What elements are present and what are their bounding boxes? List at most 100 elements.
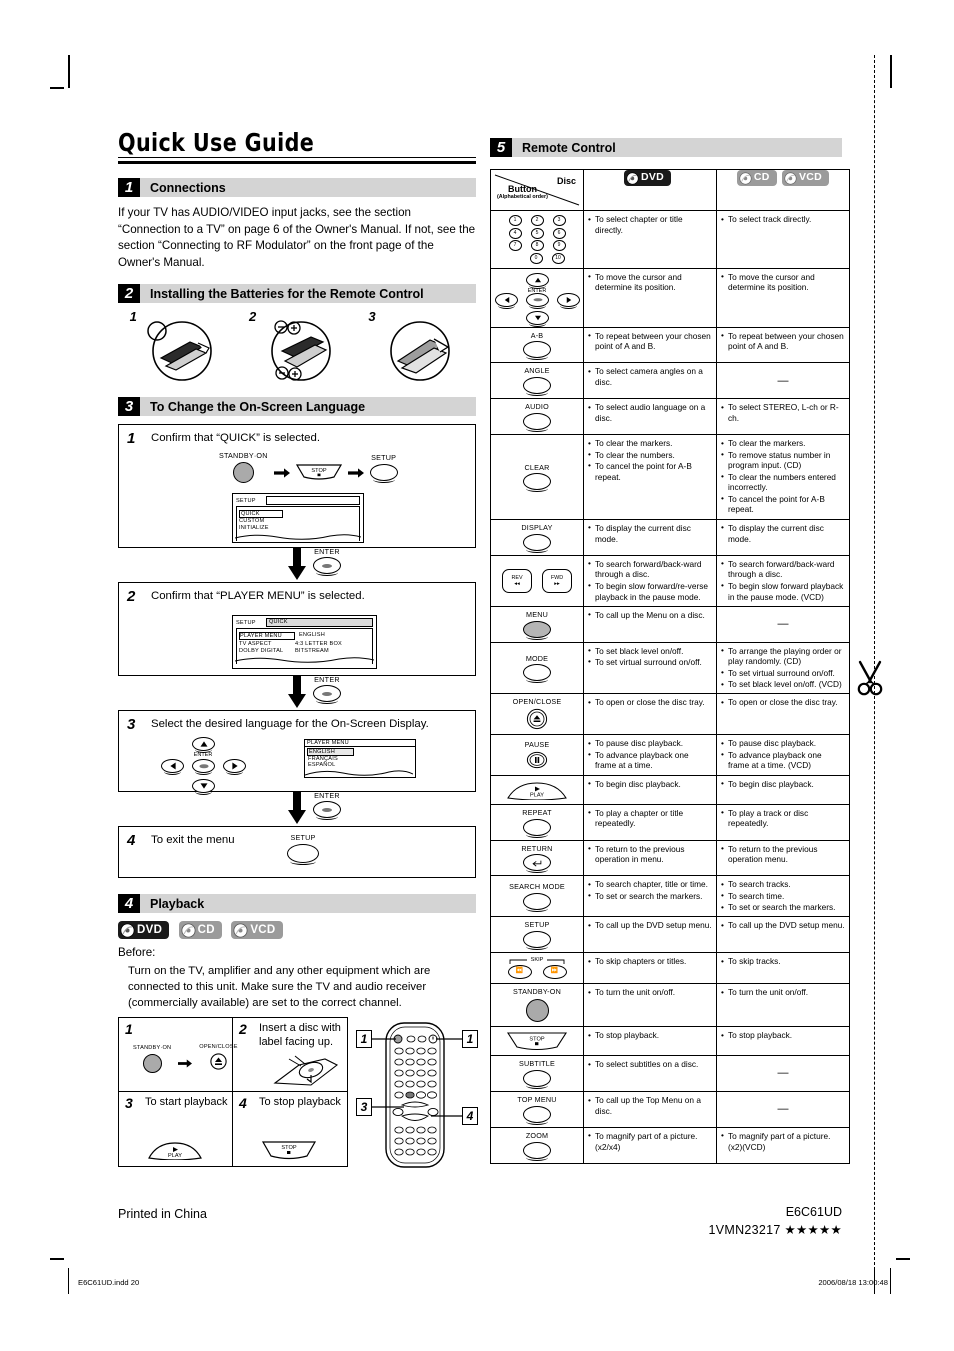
down-arrow-icon bbox=[288, 676, 306, 709]
description-item: To set or search the markers. bbox=[588, 890, 712, 902]
osd-row-selected: QUICK bbox=[239, 510, 283, 519]
menu-button-icon bbox=[523, 620, 551, 640]
description-item: To stop playback. bbox=[721, 1030, 845, 1041]
open-close-button-icon bbox=[210, 1053, 227, 1070]
osd-row-selected: ENGLISH bbox=[307, 748, 354, 757]
dvd-description-cell: To select camera angles on a disc. bbox=[583, 362, 717, 400]
description-list: To skip tracks. bbox=[721, 956, 845, 967]
cell-text: To stop playback bbox=[259, 1095, 341, 1108]
part-number: 1VMN23217 ★★★★★ bbox=[708, 1223, 842, 1237]
play-button-icon: PLAY bbox=[148, 1142, 202, 1160]
cd-vcd-description-cell: To search forward/back-ward through a di… bbox=[716, 554, 850, 607]
step-number: 4 bbox=[127, 832, 136, 850]
description-item: To return to the previous operation in m… bbox=[588, 843, 712, 866]
enter-label: ENTER bbox=[314, 791, 340, 801]
button-label: SUBTITLE bbox=[519, 1059, 555, 1069]
description-item: To call up the Menu on a disc. bbox=[588, 609, 712, 621]
indesign-timestamp: 2006/08/18 13:00:48 bbox=[818, 1278, 888, 1287]
osd-row-value: ENGLISH bbox=[299, 632, 325, 639]
description-item: To select subtitles on a disc. bbox=[588, 1059, 712, 1070]
section-number-3: 3 bbox=[118, 397, 140, 417]
button-cell-top-menu: TOP MENU bbox=[490, 1091, 584, 1128]
standby-on-label: STANDBY·ON bbox=[133, 1045, 172, 1052]
description-item: To move the cursor and determine its pos… bbox=[588, 271, 712, 294]
osd-language-screen: PLAYER MENU ENGLISH FRANÇAIS ESPAÑOL bbox=[304, 739, 416, 783]
button-label: AUDIO bbox=[525, 402, 549, 412]
description-item: To turn the unit on/off. bbox=[588, 987, 712, 998]
callout-4: 4 bbox=[462, 1106, 478, 1125]
language-step-1: 1 Confirm that “QUICK” is selected. STAN… bbox=[118, 424, 476, 549]
enter-button-icon bbox=[192, 759, 215, 776]
cell-number: 1 bbox=[125, 1020, 133, 1037]
cursor-up-button-icon bbox=[526, 272, 549, 289]
section-number-5: 5 bbox=[490, 138, 512, 157]
description-item: To search forward/back-ward through a di… bbox=[588, 558, 712, 581]
cd-vcd-description-cell: — bbox=[716, 362, 850, 400]
description-list: To search chapter, title or time.To set … bbox=[588, 879, 712, 901]
osd-torn-edge bbox=[305, 770, 413, 776]
badge-vcd-label: VCD bbox=[250, 924, 276, 937]
table-row: OPEN/CLOSE To open or close the disc tra… bbox=[490, 693, 850, 736]
table-row: PLAY To begin disc playback. To begin disc… bbox=[490, 774, 850, 805]
remote-control-table: Disc Button (Alphabetical order) DVD CD V… bbox=[490, 169, 850, 1164]
dvd-description-cell: To turn the unit on/off. bbox=[583, 983, 717, 1028]
display-button-icon bbox=[523, 533, 551, 553]
table-header-row: Disc Button (Alphabetical order) DVD CD V… bbox=[490, 169, 850, 211]
section-title-1: Connections bbox=[140, 178, 476, 198]
zoom-button-icon bbox=[523, 1141, 551, 1161]
button-cell-numbers: 123 456 789 0 10 bbox=[490, 210, 584, 269]
clear-button-icon bbox=[523, 473, 551, 493]
description-list: To turn the unit on/off. bbox=[588, 987, 712, 998]
button-label: REPEAT bbox=[522, 807, 552, 817]
cursor-up-button-icon bbox=[192, 737, 215, 754]
description-item: To clear the markers. bbox=[588, 438, 712, 449]
callout-3: 3 bbox=[356, 1097, 372, 1116]
cd-vcd-description-cell: To pause disc playback.To advance playba… bbox=[716, 734, 850, 776]
skip-forward-button-icon: ⏩ bbox=[542, 965, 567, 980]
cell-number: 2 bbox=[239, 1020, 247, 1037]
description-item: To play a chapter or title repeatedly. bbox=[588, 807, 712, 830]
enter-label: ENTER bbox=[314, 675, 340, 685]
description-list: To arrange the playing order or play ran… bbox=[721, 645, 845, 690]
button-cell-clear: CLEAR bbox=[490, 434, 584, 520]
description-item: To display the current disc mode. bbox=[721, 522, 845, 545]
cd-vcd-description-cell: — bbox=[716, 1091, 850, 1128]
description-list: To repeat between your chosen point of A… bbox=[588, 330, 712, 353]
button-label: OPEN/CLOSE bbox=[512, 697, 562, 707]
not-applicable-dash: — bbox=[777, 1067, 789, 1080]
button-label: TOP MENU bbox=[517, 1095, 557, 1105]
table-row: MENU To call up the Menu on a disc. — bbox=[490, 605, 850, 643]
battery-fig-num-3: 3 bbox=[368, 309, 376, 325]
dvd-description-cell: To search forward/back-ward through a di… bbox=[583, 554, 717, 607]
crop-mark-tl-v bbox=[68, 55, 70, 88]
description-item: To call up the DVD setup menu. bbox=[721, 920, 845, 931]
description-item: To begin slow forward playback in the pa… bbox=[721, 580, 845, 603]
section-title-2: Installing the Batteries for the Remote … bbox=[140, 284, 476, 304]
section-header-remote-control: 5 Remote Control bbox=[490, 138, 842, 157]
arrow-right-icon bbox=[178, 1059, 193, 1068]
description-item: To begin slow forward/re-verse playback … bbox=[588, 580, 712, 603]
remote-control-table-body: 123 456 789 0 10 To select chapter or title… bbox=[490, 210, 850, 1164]
svg-text:STOP: STOP bbox=[529, 1037, 544, 1043]
footer-rule-right bbox=[890, 1268, 891, 1294]
cell-number: 4 bbox=[239, 1094, 247, 1111]
table-row: 123 456 789 0 10 To select chapter or title… bbox=[490, 210, 850, 269]
description-item: To clear the numbers. bbox=[588, 449, 712, 461]
dvd-description-cell: To select audio language on a disc. bbox=[583, 398, 717, 436]
osd-header-value bbox=[266, 496, 360, 506]
crop-mark-bl2-h bbox=[896, 1258, 910, 1260]
battery-fig-num-1: 1 bbox=[129, 309, 137, 325]
description-list: To magnify part of a picture. (x2/x4) bbox=[588, 1130, 712, 1153]
description-item: To return to the previous operation menu… bbox=[721, 843, 845, 866]
enter-button-group-2: ENTER bbox=[313, 675, 341, 705]
cd-vcd-description-cell: To skip tracks. bbox=[716, 952, 850, 985]
section-header-playback: 4 Playback bbox=[118, 894, 476, 914]
flow-arrow-2: ENTER bbox=[118, 675, 476, 710]
table-row: CLEARTo clear the markers.To clear the n… bbox=[490, 434, 850, 520]
pause-button-icon bbox=[526, 751, 548, 768]
playback-before-text: Turn on the TV, amplifier and any other … bbox=[128, 964, 431, 1009]
enter-button-icon bbox=[313, 557, 341, 577]
description-item: To clear the numbers entered incorrectly… bbox=[721, 471, 845, 494]
description-item: To pause disc playback. bbox=[721, 738, 845, 749]
model-code: E6C61UD bbox=[785, 1205, 842, 1219]
